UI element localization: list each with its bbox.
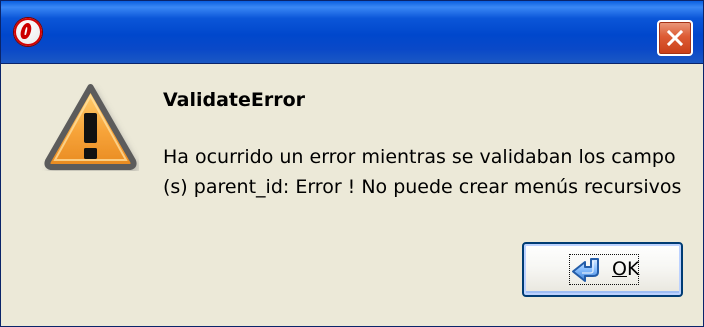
error-message-line-2: (s) parent_id: Error ! No puede crear me…: [163, 176, 682, 198]
ok-button-focus-outline: OK: [569, 254, 639, 285]
ok-arrow-icon: [572, 258, 599, 282]
error-message-line-1: Ha ocurrido un error mientras se validab…: [163, 146, 676, 168]
error-title: ValidateError: [163, 89, 306, 111]
title-bar: [1, 1, 703, 64]
close-button[interactable]: [657, 20, 693, 56]
close-icon: [666, 29, 684, 47]
dialog-content: ValidateError Ha ocurrido un error mient…: [1, 64, 703, 326]
error-dialog: ValidateError Ha ocurrido un error mient…: [0, 0, 704, 327]
ok-label-rest: K: [626, 258, 640, 280]
warning-icon: [44, 84, 137, 170]
ok-mnemonic: O: [612, 258, 627, 280]
opera-o-icon: [14, 18, 42, 46]
ok-button-label: OK: [612, 258, 639, 280]
error-message: Ha ocurrido un error mientras se validab…: [163, 142, 688, 202]
ok-button[interactable]: OK: [522, 242, 683, 297]
